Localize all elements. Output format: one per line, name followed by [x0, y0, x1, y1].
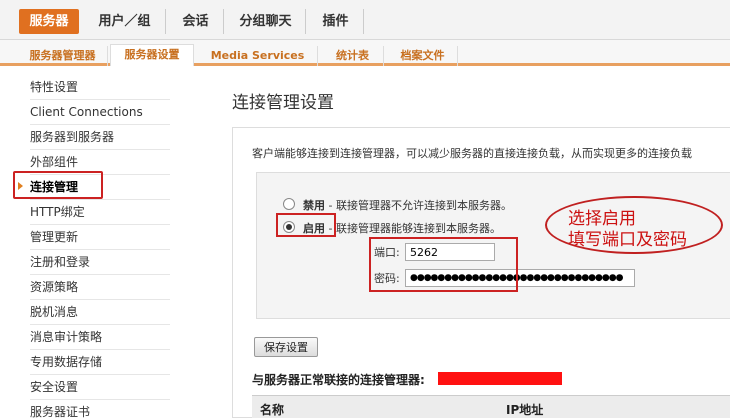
sub-nav: 服务器管理器 服务器设置 Media Services 统计表 档案文件: [0, 40, 730, 66]
sidebar-item-security[interactable]: 安全设置: [30, 375, 170, 400]
sidebar-item-registration-login[interactable]: 注册和登录: [30, 250, 170, 275]
redaction-bar: [438, 372, 562, 385]
sidebar-item-server-to-server[interactable]: 服务器到服务器: [30, 125, 170, 150]
sidebar: 特性设置 Client Connections 服务器到服务器 外部组件 连接管…: [0, 69, 190, 418]
sidebar-highlight-box: [13, 171, 103, 199]
connected-managers-table-header: 名称 IP地址: [252, 395, 730, 418]
disable-description: - 联接管理器不允许连接到本服务器。: [325, 199, 512, 212]
save-settings-button[interactable]: 保存设置: [254, 337, 318, 357]
column-ip: IP地址: [506, 403, 544, 417]
enable-description: - 联接管理器能够连接到本服务器。: [325, 222, 501, 235]
subtab-media-services[interactable]: Media Services: [198, 46, 318, 66]
column-name: 名称: [260, 403, 285, 417]
sidebar-item-offline-messages[interactable]: 脱机消息: [30, 300, 170, 325]
disable-label: 禁用: [303, 199, 325, 212]
sidebar-item-message-audit[interactable]: 消息审计策略: [30, 325, 170, 350]
connected-managers-title: 与服务器正常联接的连接管理器:: [252, 373, 425, 387]
fields-highlight-box: [369, 237, 518, 292]
tab-server[interactable]: 服务器: [19, 9, 79, 34]
tab-group-chat[interactable]: 分组聊天: [226, 9, 306, 34]
disable-option: 禁用 - 联接管理器不允许连接到本服务器。: [303, 197, 512, 213]
sidebar-item-resource-policy[interactable]: 资源策略: [30, 275, 170, 300]
top-nav: 服务器 用户／组 会话 分组聊天 插件: [0, 0, 730, 40]
sidebar-item-manage-updates[interactable]: 管理更新: [30, 225, 170, 250]
sidebar-item-http-binding[interactable]: HTTP绑定: [30, 200, 170, 225]
panel-description: 客户端能够连接到连接管理器，可以减少服务器的直接连接负载，从而实现更多的连接负载: [252, 147, 692, 160]
tab-sessions[interactable]: 会话: [168, 9, 224, 34]
sidebar-item-client-connections[interactable]: Client Connections: [30, 100, 170, 125]
sidebar-item-features[interactable]: 特性设置: [30, 75, 170, 100]
enable-highlight-box: [276, 213, 336, 237]
subtab-archives[interactable]: 档案文件: [388, 46, 458, 66]
sidebar-item-private-storage[interactable]: 专用数据存储: [30, 350, 170, 375]
tab-plugins[interactable]: 插件: [308, 9, 364, 34]
page-title: 连接管理设置: [232, 93, 334, 113]
subtab-server-settings[interactable]: 服务器设置: [110, 44, 194, 66]
tab-users-groups[interactable]: 用户／组: [84, 9, 166, 34]
subtab-statistics[interactable]: 统计表: [322, 46, 384, 66]
subtab-server-manager[interactable]: 服务器管理器: [18, 46, 108, 66]
sidebar-item-server-certificate[interactable]: 服务器证书: [30, 400, 170, 418]
annotation-line-2: 填写端口及密码: [568, 230, 687, 250]
disable-radio[interactable]: [283, 198, 295, 210]
